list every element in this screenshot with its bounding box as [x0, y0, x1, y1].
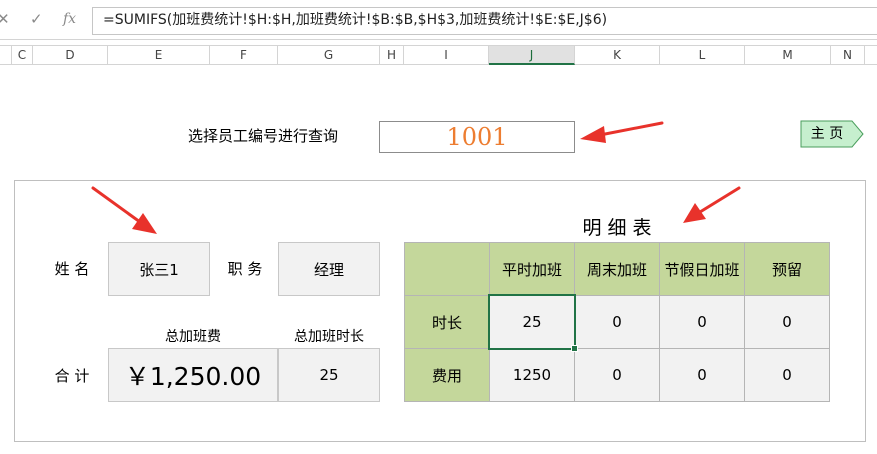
arrow-to-query-box [580, 121, 664, 143]
arrow-to-detail-title [683, 186, 741, 223]
fill-handle[interactable] [571, 345, 578, 352]
annotation-arrows [91, 121, 741, 234]
arrow-to-name-cell [91, 186, 157, 234]
active-cell-selection [488, 294, 576, 350]
